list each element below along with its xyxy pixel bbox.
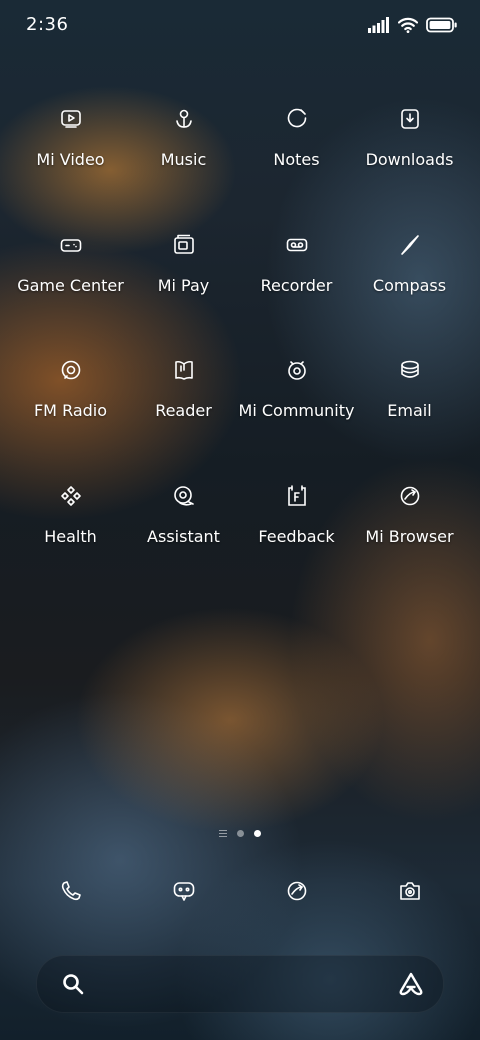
- app-mi-community[interactable]: Mi Community: [238, 351, 355, 477]
- app-label: FM Radio: [33, 401, 108, 420]
- app-label: Game Center: [17, 275, 124, 295]
- app-mi-video[interactable]: Mi Video: [14, 100, 127, 226]
- wifi-icon: [398, 17, 418, 33]
- email-icon: [397, 357, 423, 383]
- app-label: Feedback: [258, 526, 335, 546]
- page-indicator[interactable]: [0, 830, 480, 837]
- downloads-icon: [397, 106, 423, 132]
- recorder-icon: [284, 232, 310, 258]
- cellular-signal-icon: [368, 17, 390, 33]
- messages-icon: [171, 878, 197, 904]
- search-icon[interactable]: [61, 972, 85, 996]
- app-label: Notes: [273, 150, 320, 169]
- video-icon: [58, 106, 84, 132]
- status-bar: 2:36: [0, 0, 480, 50]
- list-view-icon[interactable]: [219, 830, 227, 837]
- assistant-a-icon[interactable]: [397, 970, 425, 998]
- camera-icon: [397, 878, 423, 904]
- status-icons: [368, 16, 458, 34]
- app-label: Recorder: [260, 275, 333, 295]
- app-assistant[interactable]: Assistant: [127, 477, 240, 603]
- app-recorder[interactable]: Recorder: [240, 226, 353, 352]
- app-label: Mi Browser: [365, 526, 454, 546]
- app-label: Mi Community: [238, 401, 355, 420]
- dock-browser[interactable]: [240, 878, 353, 904]
- app-music[interactable]: Music: [127, 100, 240, 226]
- app-mi-browser[interactable]: Mi Browser: [353, 477, 466, 603]
- gamepad-icon: [58, 232, 84, 258]
- app-label: Health: [44, 526, 97, 546]
- compass-icon: [397, 232, 423, 258]
- book-icon: [171, 357, 197, 383]
- app-notes[interactable]: Notes: [240, 100, 353, 226]
- assistant-icon: [171, 483, 197, 509]
- app-label: Compass: [372, 275, 447, 295]
- app-grid: Mi Video Music Notes Downloads Game Cent…: [14, 100, 466, 602]
- app-feedback[interactable]: Feedback: [240, 477, 353, 603]
- community-icon: [284, 357, 310, 383]
- dock-phone[interactable]: [14, 878, 127, 904]
- page-dot-2[interactable]: [254, 830, 261, 837]
- search-bar[interactable]: [36, 955, 444, 1013]
- app-label: Music: [160, 150, 207, 169]
- dock-camera[interactable]: [353, 878, 466, 904]
- browser-icon: [284, 878, 310, 904]
- app-reader[interactable]: Reader: [127, 351, 240, 477]
- app-mi-pay[interactable]: Mi Pay: [127, 226, 240, 352]
- health-icon: [58, 483, 84, 509]
- wallet-icon: [171, 232, 197, 258]
- app-health[interactable]: Health: [14, 477, 127, 603]
- battery-icon: [426, 17, 458, 33]
- app-compass[interactable]: Compass: [353, 226, 466, 352]
- feedback-icon: [284, 483, 310, 509]
- page-dot-1[interactable]: [237, 830, 244, 837]
- notes-icon: [284, 106, 310, 132]
- app-downloads[interactable]: Downloads: [353, 100, 466, 226]
- radio-icon: [58, 357, 84, 383]
- app-label: Reader: [155, 401, 212, 420]
- dock: [14, 878, 466, 904]
- app-fm-radio[interactable]: FM Radio: [14, 351, 127, 477]
- browser-icon: [397, 483, 423, 509]
- app-label: Downloads: [365, 150, 454, 169]
- music-icon: [171, 106, 197, 132]
- phone-icon: [58, 878, 84, 904]
- app-label: Mi Pay: [157, 275, 210, 295]
- app-label: Mi Video: [36, 150, 105, 169]
- app-email[interactable]: Email: [353, 351, 466, 477]
- status-time: 2:36: [26, 14, 69, 35]
- app-label: Assistant: [147, 526, 220, 546]
- app-game-center[interactable]: Game Center: [14, 226, 127, 352]
- dock-messages[interactable]: [127, 878, 240, 904]
- app-label: Email: [387, 401, 432, 420]
